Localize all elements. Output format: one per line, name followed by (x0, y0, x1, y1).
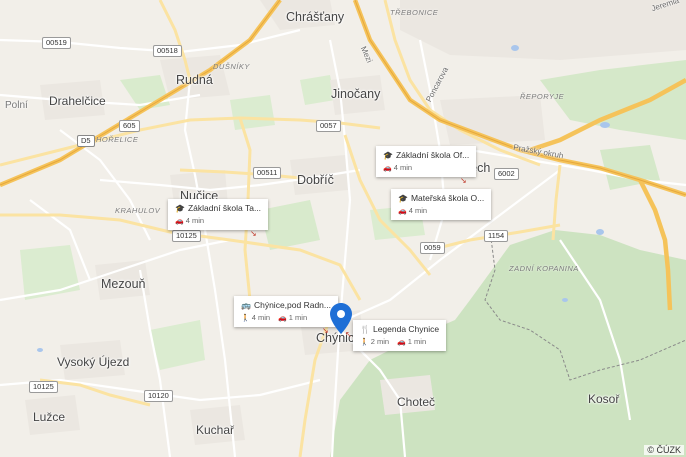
road-number: 6002 (494, 168, 519, 180)
road-number: 1154 (484, 230, 509, 242)
drive-time: 1 min (288, 313, 308, 322)
road-number: 10120 (144, 390, 173, 402)
place-drahelcice: Drahelčice (49, 94, 106, 108)
car-icon: 🚗 (397, 339, 406, 346)
drive-time: 4 min (185, 216, 205, 225)
car-icon: 🚗 (398, 208, 407, 215)
region-dusniky: DUŠNÍKY (213, 62, 250, 71)
walk-icon: 🚶 (241, 315, 250, 322)
region-krahulov: KRAHULOV (115, 206, 161, 215)
road-number: 00511 (253, 167, 282, 179)
place-rudna: Rudná (176, 73, 213, 87)
school-icon: 🎓 (175, 203, 185, 213)
drive-time: 4 min (408, 206, 428, 215)
car-icon: 🚗 (175, 218, 184, 225)
card-pointer-icon: ↘ (250, 229, 257, 238)
car-icon: 🚗 (383, 165, 392, 172)
road-number: 605 (119, 120, 140, 132)
walk-time: 4 min (251, 313, 271, 322)
card-pointer-icon: ↘ (460, 176, 467, 185)
map-canvas[interactable]: Chrášťany Rudná Drahelčice Polní Jinočan… (0, 0, 686, 457)
walk-time: 2 min (370, 337, 390, 346)
poi-card-school-of[interactable]: 🎓 Základní škola Of... 🚗 4 min (376, 146, 477, 177)
poi-card-school-ta[interactable]: 🎓 Základní škola Ta... 🚗 4 min (168, 199, 269, 230)
region-zadni-kopanina: ZADNÍ KOPANINA (509, 264, 579, 273)
walk-icon: 🚶 (360, 339, 369, 346)
road-number: 10125 (172, 230, 201, 242)
place-vysoky-ujezd: Vysoký Újezd (57, 355, 130, 369)
restaurant-icon: 🍴 (360, 324, 370, 334)
region-reporyje: ŘEPORYJE (520, 92, 565, 101)
card-pointer-icon: ↘ (322, 326, 329, 335)
poi-title: Základní škola Ta... (187, 203, 262, 213)
road-number: 0057 (316, 120, 341, 132)
place-kosor: Kosoř (588, 392, 620, 406)
region-trebonice: TŘEBONICE (390, 8, 439, 17)
poi-title: Legenda Chynice (372, 324, 440, 334)
school-icon: 🎓 (398, 193, 408, 203)
poi-card-restaurant[interactable]: 🍴 Legenda Chynice 🚶 2 min 🚗 1 min (353, 320, 447, 351)
region-horelice: HOŘELICE (96, 135, 139, 144)
car-icon: 🚗 (278, 315, 287, 322)
road-number: D5 (77, 135, 95, 147)
place-polni: Polní (5, 100, 28, 111)
drive-time: 4 min (393, 163, 413, 172)
poi-card-kindergarten[interactable]: 🎓 Mateřská škola O... 🚗 4 min (391, 189, 492, 220)
poi-title: Chýnice,pod Radn... (253, 300, 331, 310)
road-number: 00519 (42, 37, 71, 49)
place-chrastany: Chrášťany (286, 10, 345, 24)
place-dobric: Dobříč (297, 173, 334, 187)
road-number: 00518 (153, 45, 182, 57)
poi-title: Mateřská škola O... (410, 193, 485, 203)
road-number: 10125 (29, 381, 58, 393)
poi-card-bus-stop[interactable]: 🚌 Chýnice,pod Radn... 🚶 4 min 🚗 1 min (234, 296, 338, 327)
drive-time: 1 min (407, 337, 427, 346)
place-chotec: Choteč (397, 395, 436, 409)
road-number: 0059 (420, 242, 445, 254)
poi-title: Základní škola Of... (395, 150, 470, 160)
place-jinocany: Jinočany (331, 87, 381, 101)
place-luzce: Lužce (33, 410, 66, 424)
map-attribution: © ČÚZK (644, 445, 684, 455)
school-icon: 🎓 (383, 150, 393, 160)
place-mezoun: Mezouň (101, 277, 146, 291)
location-pin-icon[interactable] (330, 303, 352, 334)
place-kuchar: Kuchař (196, 423, 235, 437)
bus-icon: 🚌 (241, 300, 251, 310)
map-base-layer (0, 0, 686, 457)
